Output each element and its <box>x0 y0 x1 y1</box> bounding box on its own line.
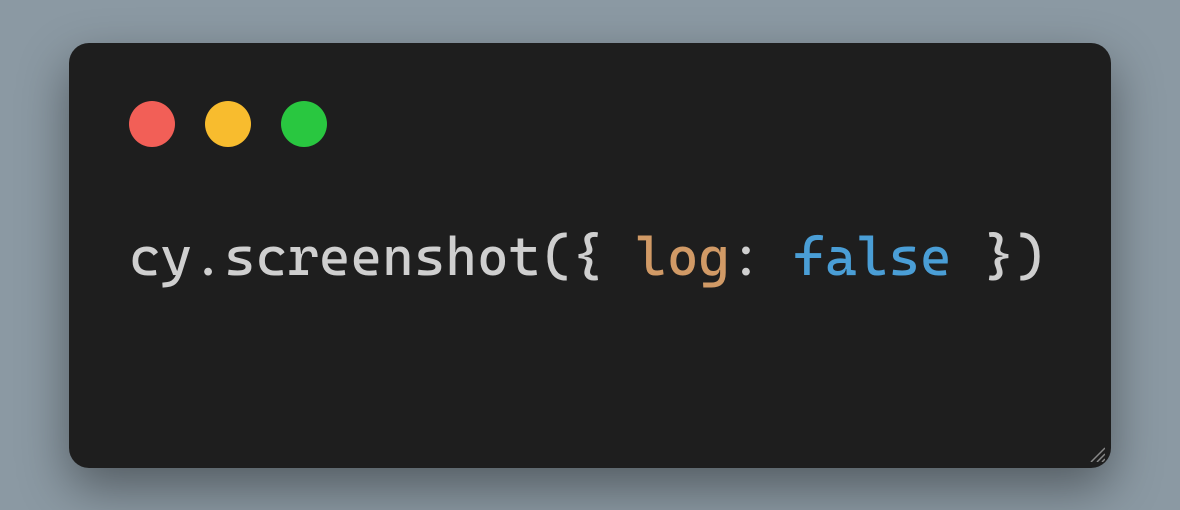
close-button[interactable] <box>129 101 175 147</box>
code-content: cy.screenshot({ log: false }) <box>129 225 1051 290</box>
minimize-button[interactable] <box>205 101 251 147</box>
maximize-button[interactable] <box>281 101 327 147</box>
code-token-dot: . <box>192 225 224 288</box>
code-token-value: false <box>793 225 951 288</box>
code-token-method: screenshot <box>224 225 540 288</box>
code-token-colon: : <box>730 225 793 288</box>
resize-handle-icon[interactable] <box>1087 444 1105 462</box>
code-token-object: cy <box>129 225 192 288</box>
window-controls <box>129 101 1051 147</box>
code-token-close: }) <box>952 225 1047 288</box>
code-window: cy.screenshot({ log: false }) <box>69 43 1111 468</box>
code-token-property: log <box>635 225 730 288</box>
code-token-open: ({ <box>540 225 635 288</box>
